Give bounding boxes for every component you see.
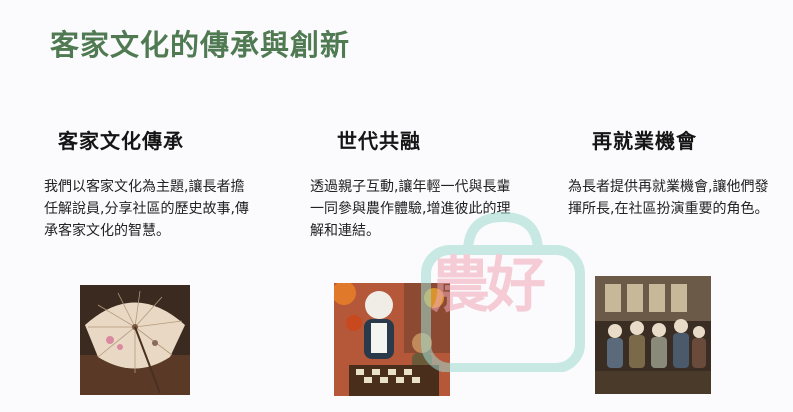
column-text: 透過親子互動,讓年輕一代與長輩一同參與農作體驗,增進彼此的理解和連結。 <box>310 179 511 239</box>
column-text: 我們以客家文化為主題,讓長者擔任解說員,分享社區的歷史故事,傳承客家文化的智慧。 <box>44 179 249 239</box>
oil-paper-umbrella-image <box>80 285 190 395</box>
column-title: 客家文化傳承 <box>58 129 184 153</box>
elder-and-child-chess-image <box>334 283 450 396</box>
column-title: 再就業機會 <box>592 129 697 153</box>
column-title: 世代共融 <box>337 129 421 153</box>
page-title: 客家文化的傳承與創新 <box>50 28 351 62</box>
column-text: 為長者提供再就業機會,讓他們發揮所長,在社區扮演重要的角色。 <box>568 179 769 217</box>
elders-group-image <box>595 276 711 394</box>
